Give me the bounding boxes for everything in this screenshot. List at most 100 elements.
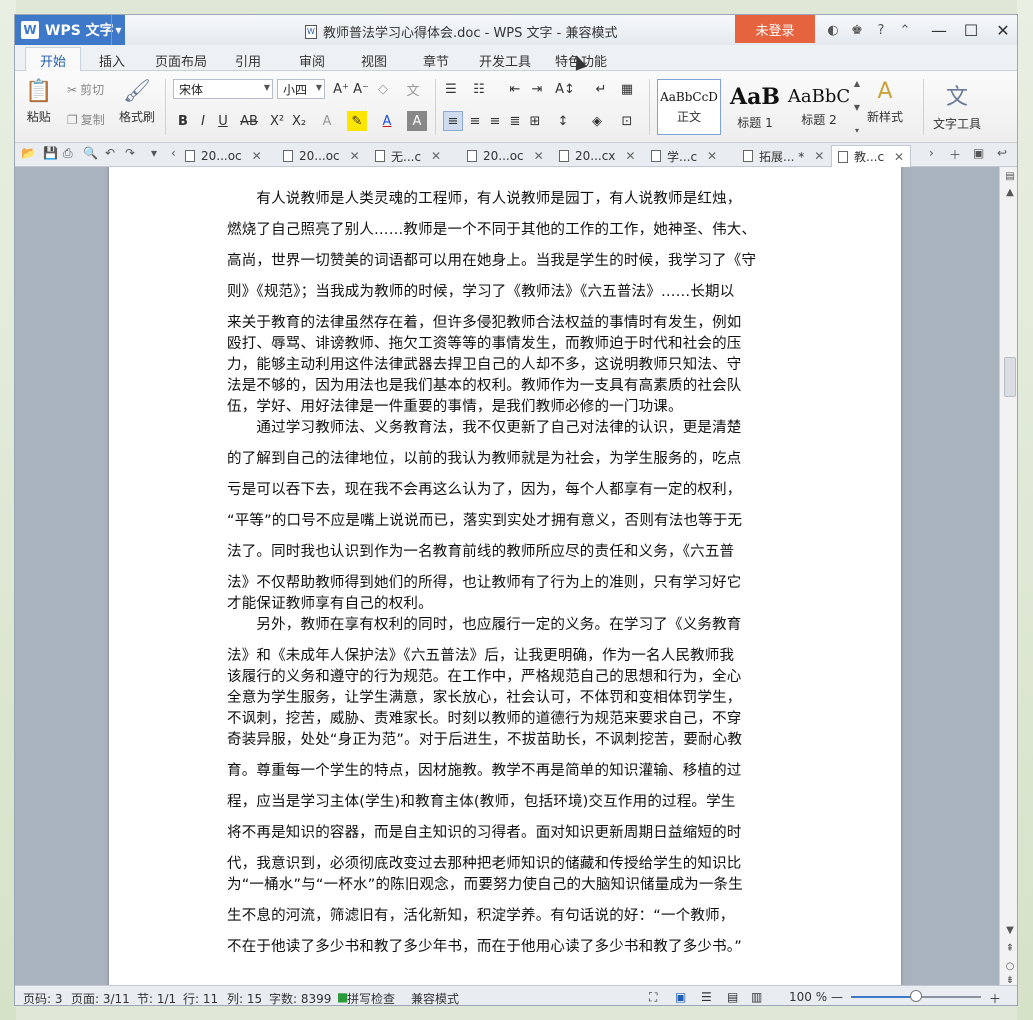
status-word-count[interactable]: 字数: 8399 <box>269 990 331 1005</box>
new-style-button[interactable]: A 新样式 <box>867 79 903 125</box>
text-effect-icon[interactable]: A <box>317 111 337 131</box>
align-right-icon[interactable]: ≡ <box>485 111 505 131</box>
copy-button[interactable]: ❐ 复制 <box>67 111 105 128</box>
align-left-icon[interactable]: ≡ <box>443 111 463 131</box>
close-tab-icon[interactable]: ✕ <box>625 149 635 163</box>
doc-tab[interactable]: 拓展... * ✕ <box>743 145 824 167</box>
zoom-out-icon[interactable]: — <box>831 990 843 1004</box>
tab-list-icon[interactable]: ▣ <box>973 146 984 160</box>
skin-icon[interactable]: ◐ <box>821 23 845 38</box>
chevron-down-icon[interactable]: ▼ <box>854 103 860 112</box>
align-center-icon[interactable]: ≡ <box>465 111 485 131</box>
style-gallery-scroll[interactable]: ▲ ▼ ▾ <box>851 79 863 135</box>
close-tab-icon[interactable]: ✕ <box>814 149 824 163</box>
font-size-select[interactable]: 小四 ▼ <box>277 79 325 99</box>
quick-access-more-icon[interactable]: ▾ <box>151 146 157 160</box>
phonetic-guide-icon[interactable]: 文 <box>403 79 423 99</box>
maximize-icon[interactable]: ☐ <box>955 15 987 45</box>
paragraph-shading-icon[interactable]: ◈ <box>587 111 607 131</box>
document-body[interactable]: 有人说教师是人类灵魂的工程师，有人说教师是园丁，有人说教师是红烛， 燃烧了自己照亮… <box>227 189 783 968</box>
page-view-icon[interactable]: ▣ <box>675 990 686 1004</box>
chevron-down-icon[interactable]: ▼ <box>111 15 125 45</box>
char-shading-icon[interactable]: A <box>407 111 427 131</box>
zoom-in-icon[interactable]: ＋ <box>989 990 1001 1005</box>
close-tab-icon[interactable]: ✕ <box>431 149 441 163</box>
decrease-indent-icon[interactable]: ⇤ <box>505 79 525 99</box>
outline-view-icon[interactable]: ☰ <box>701 990 712 1004</box>
tab-review[interactable]: 审阅 <box>299 51 325 70</box>
style-heading-2[interactable]: AaBbC 标题 2 <box>787 79 851 135</box>
tabs-scroll-left-icon[interactable]: ‹ <box>171 146 176 160</box>
open-folder-icon[interactable]: 📂 <box>21 146 36 160</box>
vertical-scrollbar[interactable]: ▤ ▲ ▼ ⇞ ○ ⇟ <box>999 167 1017 986</box>
status-pages[interactable]: 页面: 3/11 <box>71 990 130 1005</box>
undo-icon[interactable]: ↶ <box>105 146 115 160</box>
grow-font-icon[interactable]: A⁺ <box>331 79 351 99</box>
full-screen-view-icon[interactable]: ⛶ <box>649 990 657 1005</box>
justify-icon[interactable]: ≣ <box>505 111 525 131</box>
print-icon[interactable]: ⎙ <box>63 146 73 161</box>
doc-tab[interactable]: 20...oc ✕ <box>283 145 360 167</box>
shrink-font-icon[interactable]: A⁻ <box>351 79 371 99</box>
superscript-icon[interactable]: X² <box>267 111 287 131</box>
close-icon[interactable]: ✕ <box>987 15 1017 45</box>
italic-icon[interactable]: I <box>193 111 213 131</box>
subscript-icon[interactable]: X₂ <box>289 111 309 131</box>
tab-chapter[interactable]: 章节 <box>423 51 449 70</box>
wps-app-menu-button[interactable]: W WPS 文字 ▼ <box>15 15 125 45</box>
status-spell-check[interactable]: 拼写检查 <box>347 990 395 1005</box>
bullet-list-icon[interactable]: ☰ <box>441 79 461 99</box>
close-tab-icon[interactable]: ✕ <box>252 149 262 163</box>
border-icon[interactable]: ⊡ <box>617 111 637 131</box>
back-icon[interactable]: ↩ <box>997 146 1007 160</box>
chevron-up-icon[interactable]: ▲ <box>854 79 860 88</box>
text-tools-button[interactable]: 文 文字工具 <box>933 79 981 132</box>
format-painter-button[interactable]: 🖌 格式刷 <box>119 79 155 125</box>
scrollbar-thumb[interactable] <box>1004 357 1016 397</box>
chevron-up-icon[interactable]: ▲ <box>1000 187 1017 198</box>
new-tab-icon[interactable]: ＋ <box>949 146 961 163</box>
zoom-slider[interactable] <box>851 990 981 1002</box>
web-view-icon[interactable]: ▤ <box>727 990 738 1004</box>
increase-indent-icon[interactable]: ⇥ <box>527 79 547 99</box>
chevron-down-icon[interactable]: ▼ <box>1000 925 1017 936</box>
distributed-icon[interactable]: ⊞ <box>525 111 545 131</box>
help-icon[interactable]: ? <box>869 23 893 38</box>
table-grid-icon[interactable]: ▦ <box>617 79 637 99</box>
close-tab-icon[interactable]: ✕ <box>534 149 544 163</box>
doc-tab[interactable]: 20...oc ✕ <box>467 145 544 167</box>
document-page[interactable]: 有人说教师是人类灵魂的工程师，有人说教师是园丁，有人说教师是红烛， 燃烧了自己照亮… <box>109 167 901 985</box>
close-tab-icon[interactable]: ✕ <box>894 150 904 164</box>
bold-icon[interactable]: B <box>173 111 193 131</box>
style-heading-1[interactable]: AaB 标题 1 <box>723 79 787 135</box>
split-view-icon[interactable]: ▤ <box>1000 171 1017 182</box>
tab-developer[interactable]: 开发工具 <box>479 51 531 70</box>
zoom-level[interactable]: 100 % <box>789 990 827 1004</box>
zoom-slider-knob[interactable] <box>910 990 922 1002</box>
tabs-scroll-right-icon[interactable]: › <box>929 146 934 160</box>
prev-page-icon[interactable]: ⇞ <box>1000 943 1017 954</box>
save-icon[interactable]: 💾 <box>43 146 58 160</box>
more-styles-icon[interactable]: ▾ <box>855 126 859 135</box>
underline-icon[interactable]: U <box>213 111 233 131</box>
paste-button[interactable]: 📋 粘贴 <box>25 79 52 125</box>
doc-tab[interactable]: 20...oc ✕ <box>185 145 262 167</box>
style-normal[interactable]: AaBbCcD 正文 <box>657 79 721 135</box>
tab-view[interactable]: 视图 <box>361 51 387 70</box>
doc-tab[interactable]: 20...cx ✕ <box>559 145 635 167</box>
document-canvas[interactable]: 有人说教师是人类灵魂的工程师，有人说教师是园丁，有人说教师是红烛， 燃烧了自己照亮… <box>15 167 999 985</box>
strikethrough-icon[interactable]: AB <box>239 111 259 131</box>
collapse-ribbon-icon[interactable]: ⌃ <box>893 23 917 38</box>
shirt-icon[interactable]: ♚ <box>845 23 869 38</box>
highlight-icon[interactable]: ✎ <box>347 111 367 131</box>
paragraph-mark-icon[interactable]: ↵ <box>591 79 611 99</box>
clear-format-icon[interactable]: ◇ <box>373 79 393 99</box>
doc-tab[interactable]: 无...c ✕ <box>375 145 441 167</box>
numbered-list-icon[interactable]: ☷ <box>469 79 489 99</box>
doc-tab[interactable]: 学...c ✕ <box>651 145 717 167</box>
redo-icon[interactable]: ↷ <box>125 146 135 160</box>
line-spacing-icon[interactable]: ↕ <box>553 111 573 131</box>
close-tab-icon[interactable]: ✕ <box>707 149 717 163</box>
sort-icon[interactable]: A↕ <box>555 79 575 99</box>
tab-page-layout[interactable]: 页面布局 <box>155 51 207 70</box>
